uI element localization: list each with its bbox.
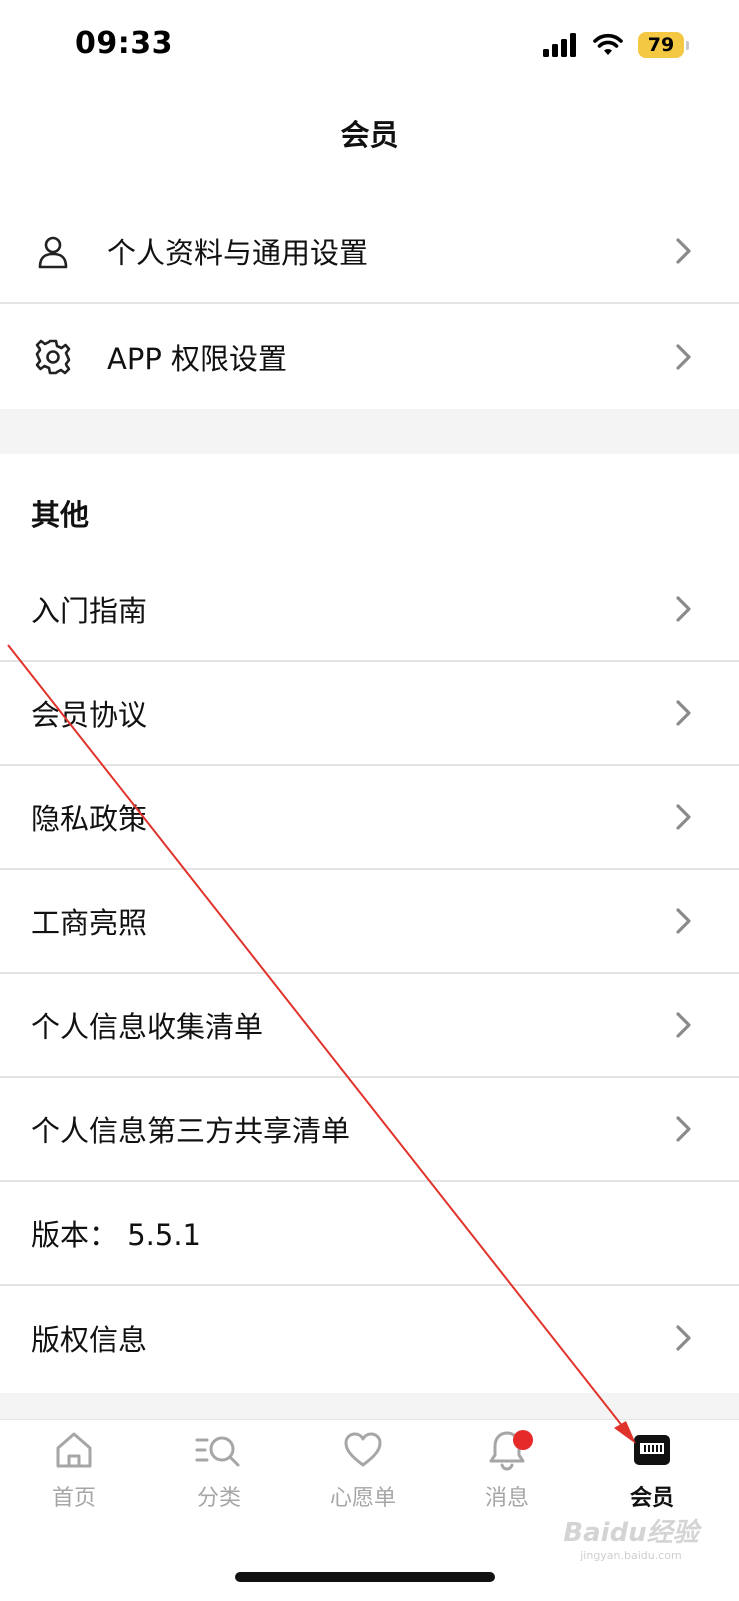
list-item-label: 隐私政策 — [31, 802, 148, 836]
watermark-logo: Baidu经验 — [563, 1518, 699, 1548]
chevron-right-icon — [676, 700, 691, 726]
gear-icon — [35, 339, 71, 375]
list-item-business-license[interactable]: 工商亮照 — [0, 870, 739, 974]
user-icon — [38, 236, 68, 269]
home-indicator — [235, 1572, 495, 1582]
settings-row-label: 个人资料与通用设置 — [107, 236, 369, 270]
chevron-right-icon — [676, 238, 691, 264]
bottom-separator — [0, 1393, 739, 1419]
list-item-copyright[interactable]: 版权信息 — [0, 1286, 739, 1390]
section-title-other: 其他 — [31, 498, 90, 532]
settings-row-profile[interactable]: 个人资料与通用设置 — [0, 200, 739, 304]
tab-home[interactable]: 首页 — [14, 1428, 134, 1538]
list-item-member-agreement[interactable]: 会员协议 — [0, 662, 739, 766]
chevron-right-icon — [676, 344, 691, 370]
list-item-label: 入门指南 — [31, 594, 148, 628]
tab-label: 消息 — [484, 1486, 529, 1511]
chevron-right-icon — [676, 1116, 691, 1142]
category-search-icon — [195, 1436, 240, 1467]
chevron-right-icon — [676, 1012, 691, 1038]
tab-category[interactable]: 分类 — [159, 1428, 279, 1538]
signal-icon — [543, 33, 576, 57]
page-title: 会员 — [340, 118, 399, 152]
home-icon — [56, 1432, 92, 1468]
battery-level: 79 — [638, 32, 684, 58]
chevron-right-icon — [676, 596, 691, 622]
version-label: 版本： 5.5.1 — [31, 1218, 202, 1252]
list-item-version: 版本： 5.5.1 — [0, 1182, 739, 1286]
battery-icon: 79 — [638, 32, 689, 58]
notification-badge — [513, 1430, 533, 1450]
chevron-right-icon — [676, 908, 691, 934]
chevron-right-icon — [676, 1325, 691, 1351]
tab-label: 分类 — [196, 1486, 241, 1511]
tab-wishlist[interactable]: 心愿单 — [303, 1428, 423, 1538]
tab-label: 首页 — [51, 1486, 96, 1511]
list-item-third-party-sharing[interactable]: 个人信息第三方共享清单 — [0, 1078, 739, 1182]
list-item-label: 会员协议 — [31, 698, 148, 732]
status-bar: 09:33 79 — [0, 0, 739, 96]
wifi-icon — [593, 33, 623, 55]
member-card-icon — [634, 1435, 670, 1465]
tab-messages[interactable]: 消息 — [447, 1428, 567, 1538]
list-item-label: 个人信息第三方共享清单 — [31, 1114, 351, 1148]
tab-label: 心愿单 — [329, 1486, 396, 1511]
list-item-label: 工商亮照 — [31, 906, 148, 940]
list-item-personal-info-collection[interactable]: 个人信息收集清单 — [0, 974, 739, 1078]
chevron-right-icon — [676, 804, 691, 830]
watermark-url: jingyan.baidu.com — [580, 1549, 682, 1562]
status-time: 09:33 — [75, 26, 173, 61]
list-item-label: 版权信息 — [31, 1323, 148, 1357]
heart-icon — [344, 1432, 382, 1467]
battery-cap — [686, 40, 689, 50]
list-item-label: 个人信息收集清单 — [31, 1010, 264, 1044]
status-icons: 79 — [542, 32, 689, 58]
list-item-privacy-policy[interactable]: 隐私政策 — [0, 766, 739, 870]
watermark: Baidu经验 jingyan.baidu.com — [556, 1512, 706, 1562]
tab-label: 会员 — [629, 1486, 674, 1511]
settings-row-label: APP 权限设置 — [107, 342, 288, 376]
settings-row-app-permissions[interactable]: APP 权限设置 — [0, 305, 739, 409]
section-gap — [0, 409, 739, 454]
list-item-getting-started[interactable]: 入门指南 — [0, 558, 739, 662]
